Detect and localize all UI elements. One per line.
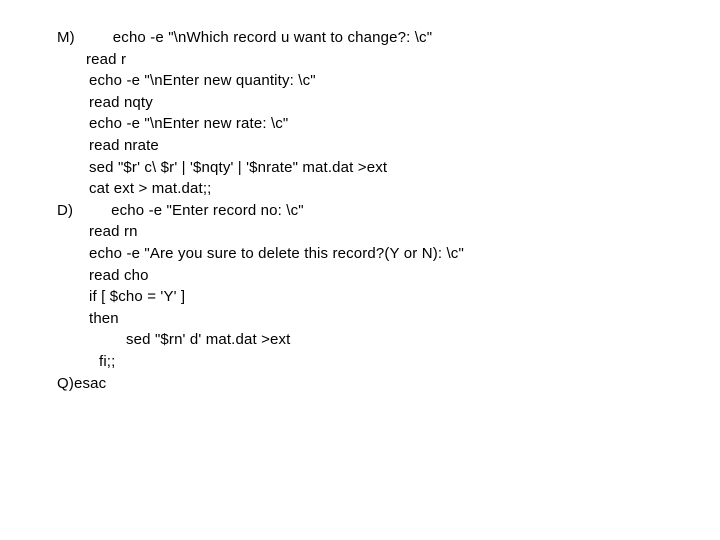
code-line: read nqty [0,92,720,114]
case-label: D) [57,201,74,219]
code-line: M) echo -e "\nWhich record u want to chan… [0,27,720,49]
code-text: then [89,309,119,327]
code-text: read rn [89,223,138,241]
code-text: cat ext > mat.dat;; [89,180,212,198]
code-line: echo -e "Are you sure to delete this rec… [0,243,720,265]
code-text: echo -e "\nEnter new quantity: \c" [89,72,316,90]
code-line: read nrate [0,135,720,157]
code-text: echo -e "\nWhich record u want to change… [112,29,433,46]
code-line: fi;; [0,351,720,373]
code-text: read cho [89,266,149,284]
code-text: echo -e "Enter record no: \c" [111,201,304,219]
slide-canvas: M) echo -e "\nWhich record u want to chan… [0,0,720,540]
code-line: D) echo -e "Enter record no: \c" [0,200,720,222]
case-label: M) [57,29,75,46]
code-text: fi;; [99,352,116,370]
code-text: echo -e "\nEnter new rate: \c" [89,115,289,133]
code-text: sed "$rn' d' mat.dat >ext [126,331,291,349]
code-line: sed "$rn' d' mat.dat >ext [0,329,720,351]
code-text: read nqty [89,93,153,111]
code-line: cat ext > mat.dat;; [0,178,720,200]
code-line: read rn [0,221,720,243]
code-block: M) echo -e "\nWhich record u want to chan… [0,27,720,394]
code-line: if [ $cho = 'Y' ] [0,286,720,308]
code-text: sed "$r' c\ $r' | '$nqty' | '$nrate" mat… [89,158,388,176]
code-text: read nrate [89,136,159,154]
code-text: Q)esac [57,374,107,392]
code-line: read r [0,49,720,71]
code-line: sed "$r' c\ $r' | '$nqty' | '$nrate" mat… [0,157,720,179]
code-line: read cho [0,265,720,287]
code-text: read r [86,50,127,68]
code-text: if [ $cho = 'Y' ] [89,288,186,306]
code-line: echo -e "\nEnter new quantity: \c" [0,70,720,92]
code-text: echo -e "Are you sure to delete this rec… [89,244,464,262]
code-line: then [0,308,720,330]
code-line: echo -e "\nEnter new rate: \c" [0,113,720,135]
code-line: Q)esac [0,373,720,395]
